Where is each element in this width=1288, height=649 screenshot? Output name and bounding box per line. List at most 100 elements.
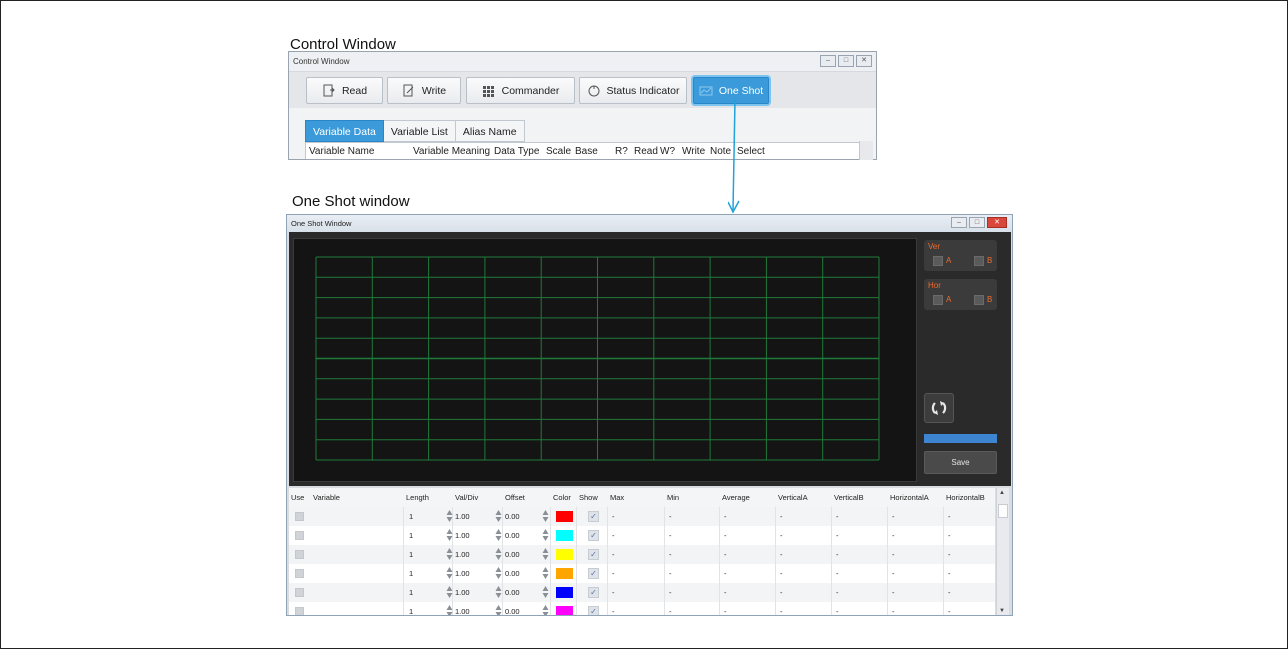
refresh-button[interactable] bbox=[924, 393, 954, 423]
show-checkbox-icon[interactable]: ✓ bbox=[588, 511, 599, 522]
use-checkbox[interactable] bbox=[295, 550, 304, 559]
column-header[interactable]: Variable Name bbox=[306, 143, 410, 159]
color-stepper-icon[interactable] bbox=[542, 585, 549, 599]
color-swatch[interactable] bbox=[556, 606, 573, 615]
save-button[interactable]: Save bbox=[924, 451, 997, 474]
column-header[interactable]: W? bbox=[657, 143, 679, 159]
column-header[interactable]: Read bbox=[631, 143, 658, 159]
val-div-value[interactable]: 1.00 bbox=[455, 545, 470, 564]
close-icon[interactable]: ✕ bbox=[856, 55, 872, 67]
val-div-stepper-icon[interactable] bbox=[446, 585, 453, 599]
offset-stepper-icon[interactable] bbox=[495, 585, 502, 599]
use-checkbox[interactable] bbox=[295, 512, 304, 521]
close-icon[interactable]: ✕ bbox=[987, 217, 1007, 228]
maximize-icon[interactable]: □ bbox=[838, 55, 854, 67]
read-button[interactable]: Read bbox=[306, 77, 383, 104]
val-div-value[interactable]: 1.00 bbox=[455, 602, 470, 615]
column-header[interactable]: Min bbox=[667, 488, 679, 507]
control-grid-scrollbar[interactable] bbox=[859, 141, 873, 160]
oscilloscope-display[interactable] bbox=[293, 238, 917, 482]
length-value[interactable]: 1 bbox=[409, 526, 413, 545]
status-indicator-button[interactable]: Status Indicator bbox=[579, 77, 687, 104]
val-div-value[interactable]: 1.00 bbox=[455, 583, 470, 602]
show-checkbox-icon[interactable]: ✓ bbox=[588, 568, 599, 579]
column-header[interactable]: Max bbox=[610, 488, 624, 507]
ver-b-checkbox[interactable] bbox=[974, 256, 984, 266]
offset-value[interactable]: 0.00 bbox=[505, 602, 520, 615]
length-value[interactable]: 1 bbox=[409, 602, 413, 615]
table-scrollbar[interactable]: ▲ ▼ bbox=[996, 488, 1009, 615]
color-stepper-icon[interactable] bbox=[542, 509, 549, 523]
commander-button[interactable]: Commander bbox=[466, 77, 575, 104]
offset-stepper-icon[interactable] bbox=[495, 547, 502, 561]
color-stepper-icon[interactable] bbox=[542, 547, 549, 561]
offset-value[interactable]: 0.00 bbox=[505, 545, 520, 564]
show-checkbox-icon[interactable]: ✓ bbox=[588, 549, 599, 560]
length-value[interactable]: 1 bbox=[409, 545, 413, 564]
use-checkbox[interactable] bbox=[295, 531, 304, 540]
length-value[interactable]: 1 bbox=[409, 507, 413, 526]
offset-value[interactable]: 0.00 bbox=[505, 507, 520, 526]
column-header[interactable]: Val/Div bbox=[455, 488, 478, 507]
column-header[interactable]: VerticalB bbox=[834, 488, 864, 507]
column-header[interactable]: Base bbox=[572, 143, 612, 159]
val-div-stepper-icon[interactable] bbox=[446, 566, 453, 580]
offset-stepper-icon[interactable] bbox=[495, 509, 502, 523]
val-div-stepper-icon[interactable] bbox=[446, 509, 453, 523]
column-header[interactable]: Offset bbox=[505, 488, 525, 507]
use-checkbox[interactable] bbox=[295, 569, 304, 578]
column-header[interactable]: Write bbox=[679, 143, 707, 159]
hor-b-checkbox[interactable] bbox=[974, 295, 984, 305]
offset-value[interactable]: 0.00 bbox=[505, 583, 520, 602]
hor-a-checkbox[interactable] bbox=[933, 295, 943, 305]
color-swatch[interactable] bbox=[556, 587, 573, 598]
scroll-down-icon[interactable]: ▼ bbox=[999, 608, 1005, 614]
val-div-value[interactable]: 1.00 bbox=[455, 507, 470, 526]
val-div-value[interactable]: 1.00 bbox=[455, 564, 470, 583]
column-header[interactable]: R? bbox=[612, 143, 631, 159]
val-div-stepper-icon[interactable] bbox=[446, 528, 453, 542]
column-header[interactable]: Length bbox=[406, 488, 429, 507]
column-header[interactable]: Variable Meaning bbox=[410, 143, 491, 159]
val-div-stepper-icon[interactable] bbox=[446, 604, 453, 615]
minimize-icon[interactable]: – bbox=[951, 217, 967, 228]
show-checkbox-icon[interactable]: ✓ bbox=[588, 587, 599, 598]
offset-stepper-icon[interactable] bbox=[495, 528, 502, 542]
color-swatch[interactable] bbox=[556, 511, 573, 522]
maximize-icon[interactable]: □ bbox=[969, 217, 985, 228]
color-swatch[interactable] bbox=[556, 549, 573, 560]
use-checkbox[interactable] bbox=[295, 607, 304, 615]
color-swatch[interactable] bbox=[556, 568, 573, 579]
column-header[interactable]: HorizontalB bbox=[946, 488, 985, 507]
offset-value[interactable]: 0.00 bbox=[505, 564, 520, 583]
length-value[interactable]: 1 bbox=[409, 564, 413, 583]
write-button[interactable]: Write bbox=[387, 77, 461, 104]
minimize-icon[interactable]: – bbox=[820, 55, 836, 67]
offset-stepper-icon[interactable] bbox=[495, 566, 502, 580]
ver-a-checkbox[interactable] bbox=[933, 256, 943, 266]
offset-value[interactable]: 0.00 bbox=[505, 526, 520, 545]
column-header[interactable]: Average bbox=[722, 488, 750, 507]
color-swatch[interactable] bbox=[556, 530, 573, 541]
column-header[interactable]: Use bbox=[291, 488, 304, 507]
show-checkbox-icon[interactable]: ✓ bbox=[588, 530, 599, 541]
offset-stepper-icon[interactable] bbox=[495, 604, 502, 615]
column-header[interactable]: Data Type bbox=[491, 143, 543, 159]
color-stepper-icon[interactable] bbox=[542, 604, 549, 615]
column-header[interactable]: Color bbox=[553, 488, 571, 507]
val-div-value[interactable]: 1.00 bbox=[455, 526, 470, 545]
scroll-thumb[interactable] bbox=[998, 504, 1008, 518]
show-checkbox-icon[interactable]: ✓ bbox=[588, 606, 599, 615]
column-header[interactable]: HorizontalA bbox=[890, 488, 929, 507]
scroll-up-icon[interactable]: ▲ bbox=[999, 490, 1005, 496]
column-header[interactable]: VerticalA bbox=[778, 488, 808, 507]
column-header[interactable]: Scale bbox=[543, 143, 572, 159]
tab-variable-list[interactable]: Variable List bbox=[383, 120, 456, 142]
length-value[interactable]: 1 bbox=[409, 583, 413, 602]
color-stepper-icon[interactable] bbox=[542, 566, 549, 580]
tab-variable-data[interactable]: Variable Data bbox=[305, 120, 384, 142]
val-div-stepper-icon[interactable] bbox=[446, 547, 453, 561]
column-header[interactable]: Show bbox=[579, 488, 598, 507]
color-stepper-icon[interactable] bbox=[542, 528, 549, 542]
use-checkbox[interactable] bbox=[295, 588, 304, 597]
